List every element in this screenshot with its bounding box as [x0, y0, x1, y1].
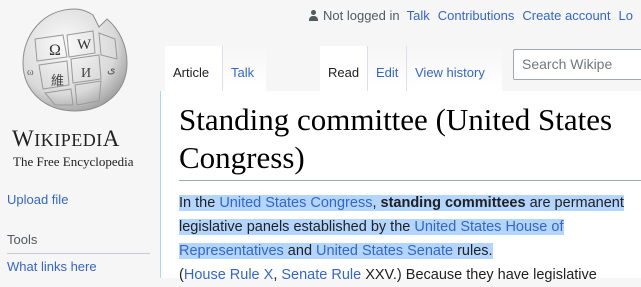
login-link[interactable]: Lo	[619, 8, 633, 23]
not-logged-in-label: Not logged in	[323, 8, 400, 23]
title-divider	[179, 180, 641, 181]
tab-article[interactable]: Article	[165, 46, 222, 91]
tab-read-label: Read	[328, 65, 360, 80]
svg-text:ی: ی	[107, 64, 116, 76]
tab-article-label: Article	[173, 65, 210, 80]
tab-view-history[interactable]: View history	[406, 46, 502, 91]
text-span: rules.	[453, 243, 493, 259]
wikipedia-tagline: The Free Encyclopedia	[13, 154, 134, 169]
sidebar-divider	[7, 253, 150, 254]
selection-highlight: In the United States Congress, standing …	[179, 195, 624, 259]
wikipedia-wordmark: WIKIPEDIA	[12, 126, 157, 152]
tab-edit-label: Edit	[376, 65, 399, 80]
text-span: XXV.) Because they have legislative	[361, 267, 597, 283]
svg-text:W: W	[77, 37, 92, 53]
search-input[interactable]: Search Wikipe	[513, 49, 641, 80]
link-senate-rule[interactable]: Senate Rule	[281, 267, 361, 283]
article-content: Standing committee (United States Congre…	[160, 91, 641, 283]
tab-read[interactable]: Read	[320, 46, 367, 91]
svg-text:ω: ω	[27, 67, 34, 78]
contributions-link[interactable]: Contributions	[438, 8, 515, 23]
tab-edit[interactable]: Edit	[367, 46, 406, 91]
link-united-states-senate[interactable]: United States Senate	[316, 243, 453, 259]
wikipedia-logo[interactable]: Ω W И 維 ω ی WIKIPEDIA The Free Encyclope…	[12, 5, 142, 173]
svg-text:Ω: Ω	[49, 42, 61, 59]
link-house-rule-x[interactable]: House Rule X	[184, 267, 273, 283]
tab-talk[interactable]: Talk	[222, 46, 266, 91]
personal-tools: Not logged in Talk Contributions Create …	[309, 8, 641, 23]
svg-text:И: И	[81, 66, 91, 81]
sidebar-item-upload-file[interactable]: Upload file	[7, 192, 68, 207]
sidebar-item-what-links-here[interactable]: What links here	[7, 259, 97, 274]
wordmark-last: A	[102, 126, 120, 151]
talk-link[interactable]: Talk	[407, 8, 430, 23]
create-account-link[interactable]: Create account	[522, 8, 610, 23]
wikipedia-globe-icon: Ω W И 維 ω ی	[22, 8, 128, 112]
link-united-states-congress[interactable]: United States Congress	[219, 195, 372, 211]
wordmark-first: W	[12, 126, 35, 151]
page-title: Standing committee (United States Congre…	[179, 102, 613, 175]
svg-text:維: 維	[51, 73, 64, 88]
page-tabs: Article Talk Read Edit View history Sear…	[160, 46, 641, 91]
article-paragraph: In the United States Congress, standing …	[179, 191, 641, 287]
text-span: and	[283, 243, 317, 259]
user-icon	[309, 10, 318, 21]
tab-view-history-label: View history	[415, 65, 485, 80]
wordmark-mid: IKIPEDI	[34, 130, 103, 150]
text-span: ,	[372, 195, 381, 211]
bold-term: standing committees	[380, 195, 526, 211]
sidebar-heading-tools: Tools	[7, 232, 38, 247]
tab-talk-label: Talk	[231, 65, 255, 80]
text-span: In the	[179, 195, 220, 211]
